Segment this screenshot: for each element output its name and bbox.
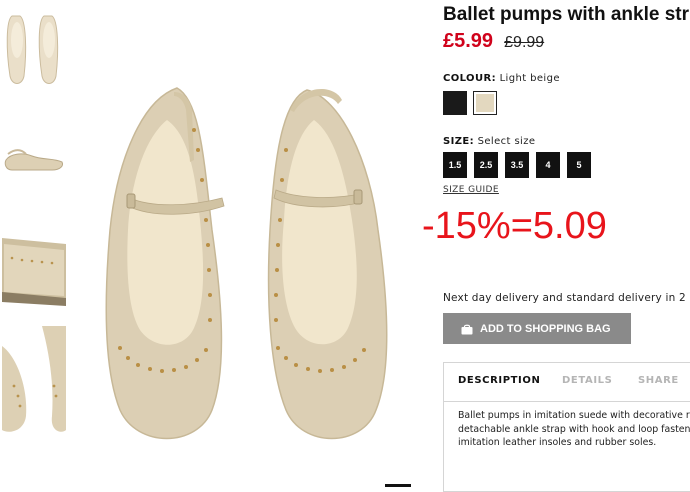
swatch-light-beige-fill — [476, 94, 494, 112]
size-option-3-5[interactable]: 3.5 — [505, 152, 529, 178]
colour-label: COLOUR: — [443, 73, 496, 84]
description-line: imitation leather insoles and rubber sol… — [458, 437, 657, 448]
thumbnail-side-view[interactable] — [2, 132, 66, 182]
description-line: detachable ankle strap with hook and loo… — [458, 423, 690, 435]
active-tab-indicator — [444, 399, 549, 401]
thumbnail-front-view[interactable] — [2, 326, 66, 436]
tab-description[interactable]: DESCRIPTION — [458, 375, 540, 386]
swatch-black[interactable] — [443, 91, 467, 115]
discount-annotation: -15%=5.09 — [422, 205, 607, 247]
sale-price: £5.99 — [443, 30, 494, 52]
size-option-2-5[interactable]: 2.5 — [474, 152, 498, 178]
size-guide-link[interactable]: SIZE GUIDE — [443, 185, 499, 195]
shopping-bag-icon — [461, 324, 473, 334]
thumbnail-top-view[interactable] — [2, 10, 66, 90]
tab-bar: DESCRIPTION DETAILS SHARE — [444, 363, 690, 402]
colour-value: Light beige — [499, 73, 560, 84]
price-row: £5.99 £9.99 — [443, 30, 544, 53]
tab-share[interactable]: SHARE — [638, 375, 679, 386]
add-to-bag-label: ADD TO SHOPPING BAG — [480, 322, 611, 335]
product-info-tabs: DESCRIPTION DETAILS SHARE Ballet pumps i… — [443, 362, 690, 492]
thumbnail-gallery — [0, 0, 70, 488]
size-label: SIZE: — [443, 136, 475, 147]
size-option-1-5[interactable]: 1.5 — [443, 152, 467, 178]
thumbnail-heel-view[interactable] — [2, 234, 66, 310]
original-price: £9.99 — [504, 34, 545, 51]
tab-details[interactable]: DETAILS — [562, 375, 612, 386]
swatch-light-beige[interactable] — [473, 91, 497, 115]
size-option-4[interactable]: 4 — [536, 152, 560, 178]
main-product-image[interactable] — [82, 70, 412, 470]
colour-label-row: COLOUR: Light beige — [443, 73, 560, 84]
add-to-bag-button[interactable]: ADD TO SHOPPING BAG — [443, 313, 631, 344]
description-text: Ballet pumps in imitation suede with dec… — [458, 409, 690, 450]
size-option-5[interactable]: 5 — [567, 152, 591, 178]
description-line: Ballet pumps in imitation suede with dec… — [458, 410, 690, 421]
image-scroll-indicator[interactable] — [385, 484, 411, 487]
delivery-info: Next day delivery and standard delivery … — [443, 292, 686, 304]
size-label-row: SIZE: Select size — [443, 136, 535, 147]
product-title: Ballet pumps with ankle str — [443, 4, 689, 25]
size-value: Select size — [477, 136, 536, 147]
